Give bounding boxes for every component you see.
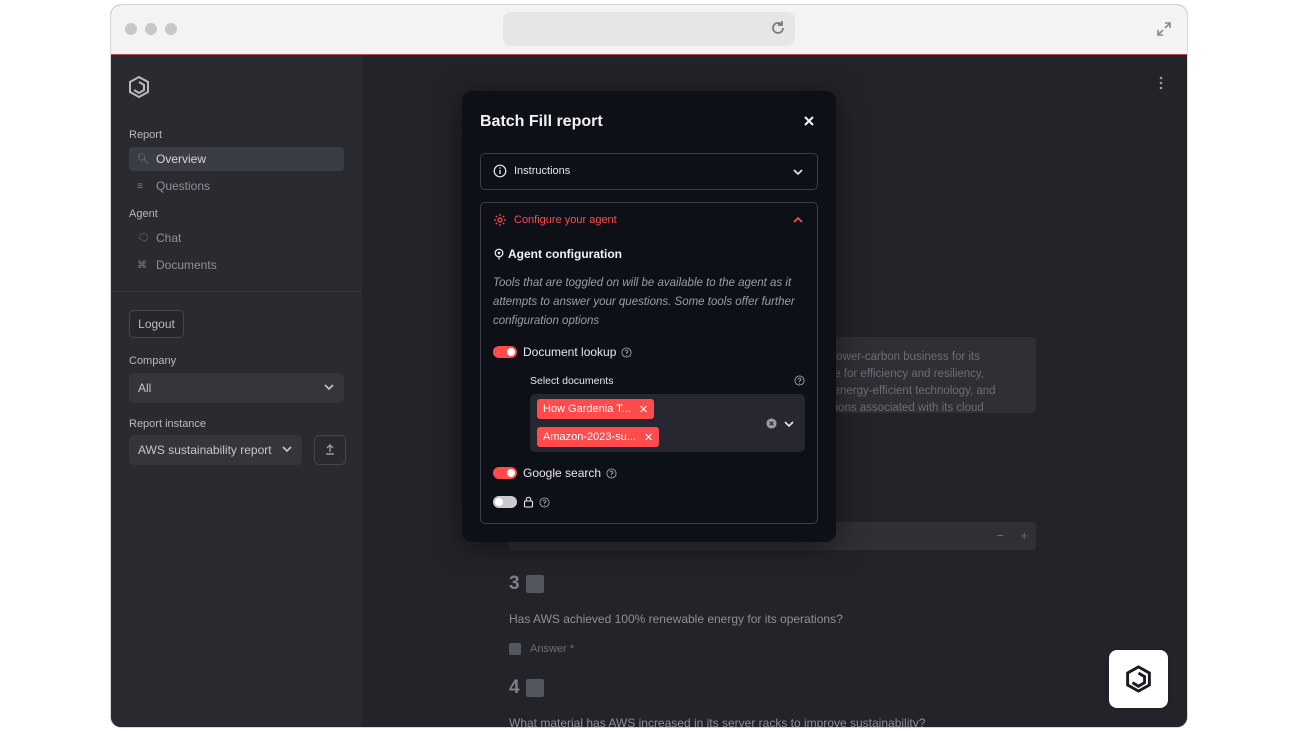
sidebar-item-label: Documents (156, 258, 217, 272)
agent-config-title: Agent configuration (493, 247, 622, 261)
instructions-label: Instructions (514, 165, 571, 177)
google-search-label: Google search (523, 466, 602, 480)
locked-tool-toggle[interactable] (493, 496, 517, 508)
more-options-icon[interactable] (1159, 76, 1163, 90)
company-label: Company (129, 355, 177, 367)
sidebar-item-documents[interactable]: ⌘ Documents (129, 253, 344, 277)
chevron-down-icon[interactable] (784, 419, 794, 429)
instructions-header[interactable]: Instructions (493, 164, 570, 178)
chevron-down-icon (324, 384, 334, 391)
pencil-icon (525, 575, 544, 593)
agent-config-description: Tools that are toggled on will be availa… (493, 277, 795, 327)
document-chip-label: How Gardenia T... (543, 403, 631, 415)
answer-label: Answer * (530, 643, 575, 655)
brand-logo-icon (1126, 665, 1151, 693)
upload-icon (326, 444, 334, 455)
report-instance-label: Report instance (129, 418, 207, 430)
locked-tool-toggle-row (493, 496, 550, 508)
agent-icon (494, 248, 504, 260)
documents-multiselect[interactable]: How Gardenia T... ✕ Amazon-2023-su... ✕ (530, 394, 805, 452)
question-number-text: 3 (509, 573, 520, 594)
sidebar-item-questions[interactable]: ≡ Questions (129, 174, 344, 198)
info-icon (493, 164, 507, 178)
app-logo-icon (129, 75, 149, 99)
help-icon[interactable] (794, 375, 805, 386)
company-select-value: All (138, 381, 152, 395)
help-icon[interactable] (621, 346, 632, 358)
textarea-line: a lower-carbon business for its (824, 351, 980, 363)
select-documents-label: Select documents (530, 375, 614, 387)
list-icon: ≡ (137, 180, 143, 192)
checkbox-icon (509, 643, 521, 655)
question-number-text: 4 (509, 677, 520, 698)
configure-agent-header[interactable]: Configure your agent (493, 213, 617, 227)
batch-fill-modal: Batch Fill report Instructions Configure… (462, 91, 836, 542)
help-icon[interactable] (539, 496, 550, 508)
chat-icon: 🗨︎ (137, 232, 150, 244)
document-lookup-label: Document lookup (523, 345, 617, 359)
pencil-icon (525, 679, 544, 697)
sidebar: Report 🔍︎ Overview ≡ Questions Agent 🗨︎ … (111, 55, 362, 727)
agent-config-title-text: Agent configuration (508, 247, 622, 261)
chevron-down-icon (282, 446, 292, 453)
sidebar-divider (111, 291, 362, 292)
sidebar-item-chat[interactable]: 🗨︎ Chat (129, 226, 344, 250)
sidebar-item-label: Chat (156, 231, 182, 245)
company-select[interactable]: All (129, 373, 344, 403)
answer-checkbox[interactable]: Answer * (509, 643, 574, 655)
remove-chip-icon[interactable]: ✕ (644, 431, 653, 444)
document-lookup-toggle[interactable] (493, 346, 517, 358)
address-bar[interactable] (503, 12, 795, 46)
instructions-expander[interactable]: Instructions (480, 153, 818, 190)
fullscreen-icon[interactable] (1155, 20, 1173, 38)
document-chip-label: Amazon-2023-su... (543, 431, 636, 443)
section-label-agent: Agent (129, 208, 158, 220)
window-minimize-dot[interactable] (145, 23, 157, 35)
window-close-dot[interactable] (125, 23, 137, 35)
question-text: Has AWS achieved 100% renewable energy f… (509, 612, 843, 626)
upload-button[interactable] (314, 435, 346, 465)
report-instance-value: AWS sustainability report (138, 443, 272, 457)
google-search-toggle-row: Google search (493, 466, 617, 480)
reload-icon[interactable] (769, 19, 787, 37)
help-icon[interactable] (606, 467, 617, 479)
gear-icon (494, 214, 506, 226)
logout-button[interactable]: Logout (129, 310, 184, 338)
chevron-down-icon (793, 169, 803, 176)
search-icon: 🔍︎ (137, 153, 150, 165)
sidebar-item-label: Overview (156, 152, 207, 166)
stepper-minus-button[interactable]: − (996, 528, 1004, 543)
question-number: 4 (509, 677, 544, 699)
document-chip[interactable]: How Gardenia T... ✕ (537, 399, 655, 419)
lock-icon (523, 496, 534, 508)
browser-chrome (111, 5, 1187, 55)
configure-agent-expander: Configure your agent Agent configuration… (480, 202, 818, 524)
remove-chip-icon[interactable]: ✕ (639, 403, 648, 416)
window-maximize-dot[interactable] (165, 23, 177, 35)
modal-title: Batch Fill report (480, 113, 603, 130)
question-text: What material has AWS increased in its s… (509, 716, 926, 727)
question-number: 3 (509, 573, 544, 595)
close-icon[interactable] (802, 114, 816, 128)
brand-badge (1109, 650, 1168, 708)
clear-all-icon[interactable] (766, 418, 777, 429)
section-label-report: Report (129, 129, 163, 141)
textarea-line: ssions associated with its cloud (824, 402, 984, 413)
configure-agent-label: Configure your agent (514, 214, 617, 226)
sidebar-item-overview[interactable]: 🔍︎ Overview (129, 147, 344, 171)
textarea-line: are for efficiency and resiliency, (824, 368, 985, 380)
documents-icon: ⌘ (137, 259, 147, 271)
document-chip[interactable]: Amazon-2023-su... ✕ (537, 427, 660, 447)
textarea-line: n energy-efficient technology, and (824, 385, 996, 397)
chevron-up-icon[interactable] (793, 215, 803, 225)
sidebar-item-label: Questions (156, 179, 211, 193)
stepper-plus-button[interactable]: + (1020, 528, 1028, 543)
report-instance-select[interactable]: AWS sustainability report (129, 435, 302, 465)
document-lookup-toggle-row: Document lookup (493, 345, 632, 359)
google-search-toggle[interactable] (493, 467, 517, 479)
